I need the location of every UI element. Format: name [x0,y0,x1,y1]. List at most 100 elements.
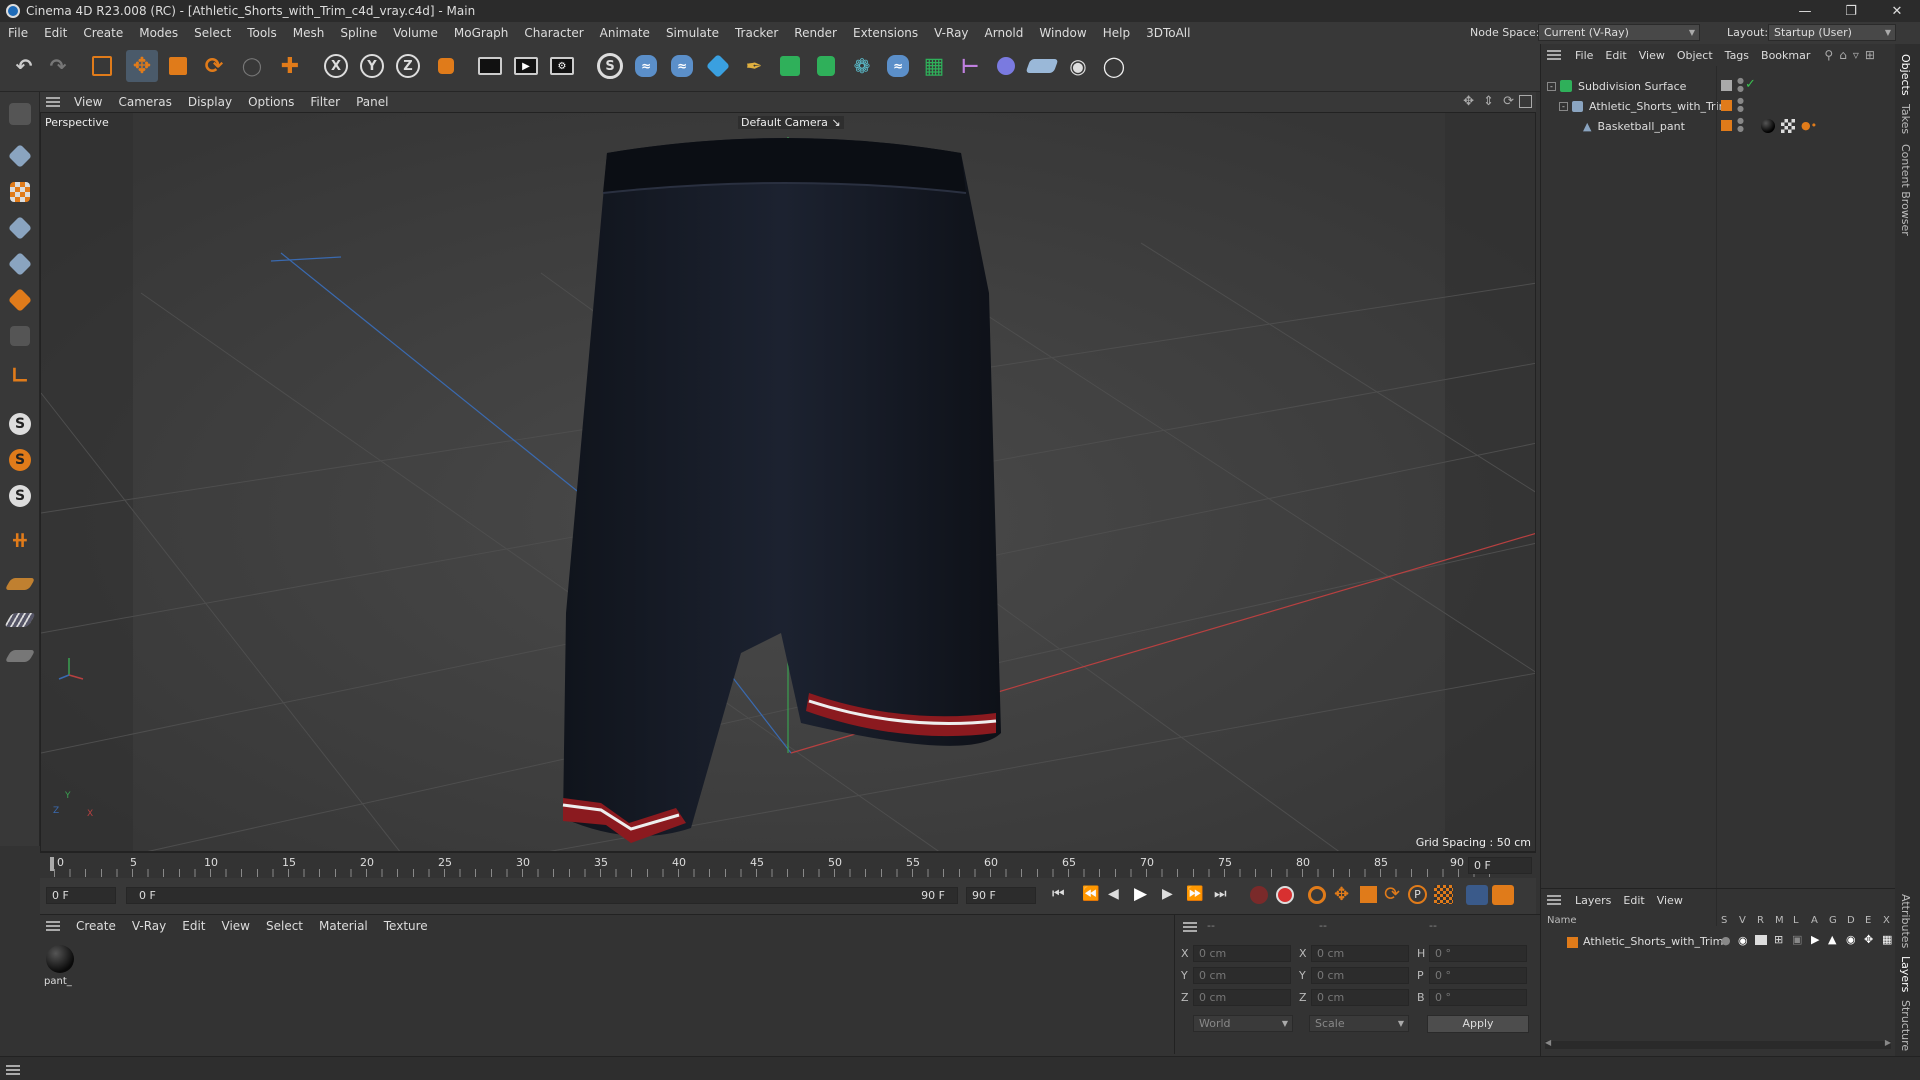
layer-xref-icon[interactable]: ▦ [1882,933,1892,946]
timeline-sound-icon[interactable] [1466,885,1488,905]
hamburger-icon[interactable] [6,1063,20,1077]
model-mode-button[interactable] [4,140,36,172]
material-menu-texture[interactable]: Texture [376,919,436,933]
layer-menu-edit[interactable]: Edit [1617,894,1650,907]
layer-manager-icon[interactable]: ⊞ [1774,933,1783,946]
hamburger-icon[interactable] [46,95,60,109]
menu-edit[interactable]: Edit [36,22,75,44]
current-frame-field[interactable]: 0 F [1468,857,1532,874]
extrude-button[interactable] [810,50,842,82]
lock-workplane-button[interactable] [4,640,36,672]
camera-label[interactable]: Default Camera ↘ [738,116,844,129]
grid-button[interactable] [3,604,37,636]
layer-row[interactable]: Athletic_Shorts_with_Trim ● ◉ ⊞ ▣ ▶ ▲ ◉ … [1541,933,1896,951]
material-menu-view[interactable]: View [214,919,258,933]
coord-sz-field[interactable]: 0 cm [1311,989,1409,1006]
layer-scrollbar[interactable]: ◀ ▶ [1545,1038,1891,1049]
x-axis-button[interactable]: X [320,50,352,82]
side-tab-structure[interactable]: Structure [1899,1000,1912,1051]
viewport-maximize-icon[interactable] [1519,95,1532,108]
material-menu-vray[interactable]: V-Ray [124,919,174,933]
layer-lock-icon[interactable]: ▣ [1792,933,1802,946]
menu-arnold[interactable]: Arnold [977,22,1032,44]
python-button-1[interactable]: ≈ [630,50,662,82]
object-row-subdivision-surface[interactable]: - Subdivision Surface ● ● ✓ [1541,76,1896,96]
end-frame-field[interactable]: 90 F [966,887,1036,904]
close-icon[interactable]: ✕ [1874,0,1920,22]
rotate-tool-button[interactable]: ⟳ [198,50,230,82]
camera-button[interactable]: ◉ [1062,50,1094,82]
expand-icon[interactable]: - [1547,81,1556,91]
key-pla-icon[interactable] [1434,885,1453,904]
filter-icon[interactable]: ▿ [1853,48,1859,62]
viewport-move-icon[interactable]: ✥ [1463,94,1474,109]
recent-tool-button[interactable]: ◯ [236,50,268,82]
coord-h-field[interactable]: 0 ° [1429,945,1527,962]
group-button[interactable]: ▦ [918,50,950,82]
viewport-menu-display[interactable]: Display [180,95,240,109]
coordinate-system-button[interactable] [430,50,462,82]
start-frame-field[interactable]: 0 F [46,887,116,904]
mograph-cloner-button[interactable]: ❁ [846,50,878,82]
menu-character[interactable]: Character [516,22,591,44]
visibility-dots-icon[interactable]: ● ● [1737,97,1744,113]
render-view-button[interactable] [474,50,506,82]
key-parameter-icon[interactable]: P [1408,885,1427,904]
material-menu-material[interactable]: Material [311,919,376,933]
prev-frame-icon[interactable]: ◀ [1108,886,1119,902]
objects-menu-file[interactable]: File [1569,49,1599,62]
undo-button[interactable]: ↶ [8,50,40,82]
layer-render-icon[interactable] [1755,935,1767,945]
menu-3dtoall[interactable]: 3DToAll [1138,22,1198,44]
expand-icon[interactable]: - [1559,101,1568,111]
pen-button[interactable]: ✒ [738,50,770,82]
material-menu-select[interactable]: Select [258,919,311,933]
menu-volume[interactable]: Volume [385,22,446,44]
goto-start-icon[interactable]: ⏮ [1052,886,1065,902]
floor-button[interactable] [1025,50,1059,82]
new-window-icon[interactable]: ⊞ [1865,48,1875,62]
side-tab-content-browser[interactable]: Content Browser [1899,144,1912,236]
polygons-mode-button[interactable] [4,284,36,316]
timeline-ruler[interactable]: 0 5 10 15 20 25 30 35 40 45 50 55 60 65 … [40,852,1536,878]
points-mode-button[interactable] [4,212,36,244]
render-to-picture-viewer-button[interactable]: ▶ [510,50,542,82]
snap-button-2[interactable]: S [4,444,36,476]
menu-spline[interactable]: Spline [332,22,385,44]
enabled-check-icon[interactable]: ✓ [1745,77,1756,92]
object-row-basketball-pant[interactable]: ▲ Basketball_pant ● ● ●• [1541,116,1896,136]
objects-menu-bookmarks[interactable]: Bookmar [1755,49,1816,62]
timeline-layout-icon[interactable] [1492,885,1514,905]
layer-expressions-icon[interactable]: ✥ [1864,933,1873,946]
scale-tool-button[interactable] [162,50,194,82]
move-tool-button[interactable]: ✥ [126,50,158,82]
side-tab-attributes[interactable]: Attributes [1899,894,1912,948]
home-icon[interactable]: ⌂ [1839,48,1847,62]
make-editable-button[interactable] [4,98,36,130]
edges-mode-button[interactable] [4,248,36,280]
next-frame-icon[interactable]: ▶ [1162,886,1173,902]
side-tab-layers[interactable]: Layers [1899,956,1912,992]
viewport-rotate-icon[interactable]: ⟳ [1503,94,1514,109]
coord-py-field[interactable]: 0 cm [1193,967,1291,984]
menu-window[interactable]: Window [1031,22,1094,44]
frame-range-slider[interactable]: 0 F 90 F [126,887,958,904]
python-button-3[interactable]: ≈ [882,50,914,82]
objects-menu-tags[interactable]: Tags [1719,49,1755,62]
apply-button[interactable]: Apply [1427,1015,1529,1033]
goto-end-icon[interactable]: ⏭ [1214,886,1227,902]
objects-menu-view[interactable]: View [1633,49,1671,62]
create-object-button[interactable]: ✚ [274,50,306,82]
record-icon[interactable] [1250,886,1268,904]
coord-sy-field[interactable]: 0 cm [1311,967,1409,984]
menu-extensions[interactable]: Extensions [845,22,926,44]
menu-create[interactable]: Create [75,22,131,44]
minimize-icon[interactable]: — [1782,0,1828,22]
scroll-right-icon[interactable]: ▶ [1885,1038,1891,1047]
viewport-zoom-icon[interactable]: ⇕ [1483,94,1494,109]
layout-select[interactable]: Startup (User) ▼ [1768,24,1896,41]
coord-sx-field[interactable]: 0 cm [1311,945,1409,962]
vray-button[interactable]: S [594,50,626,82]
play-icon[interactable]: ▶ [1134,884,1147,904]
cube-button[interactable] [702,50,734,82]
